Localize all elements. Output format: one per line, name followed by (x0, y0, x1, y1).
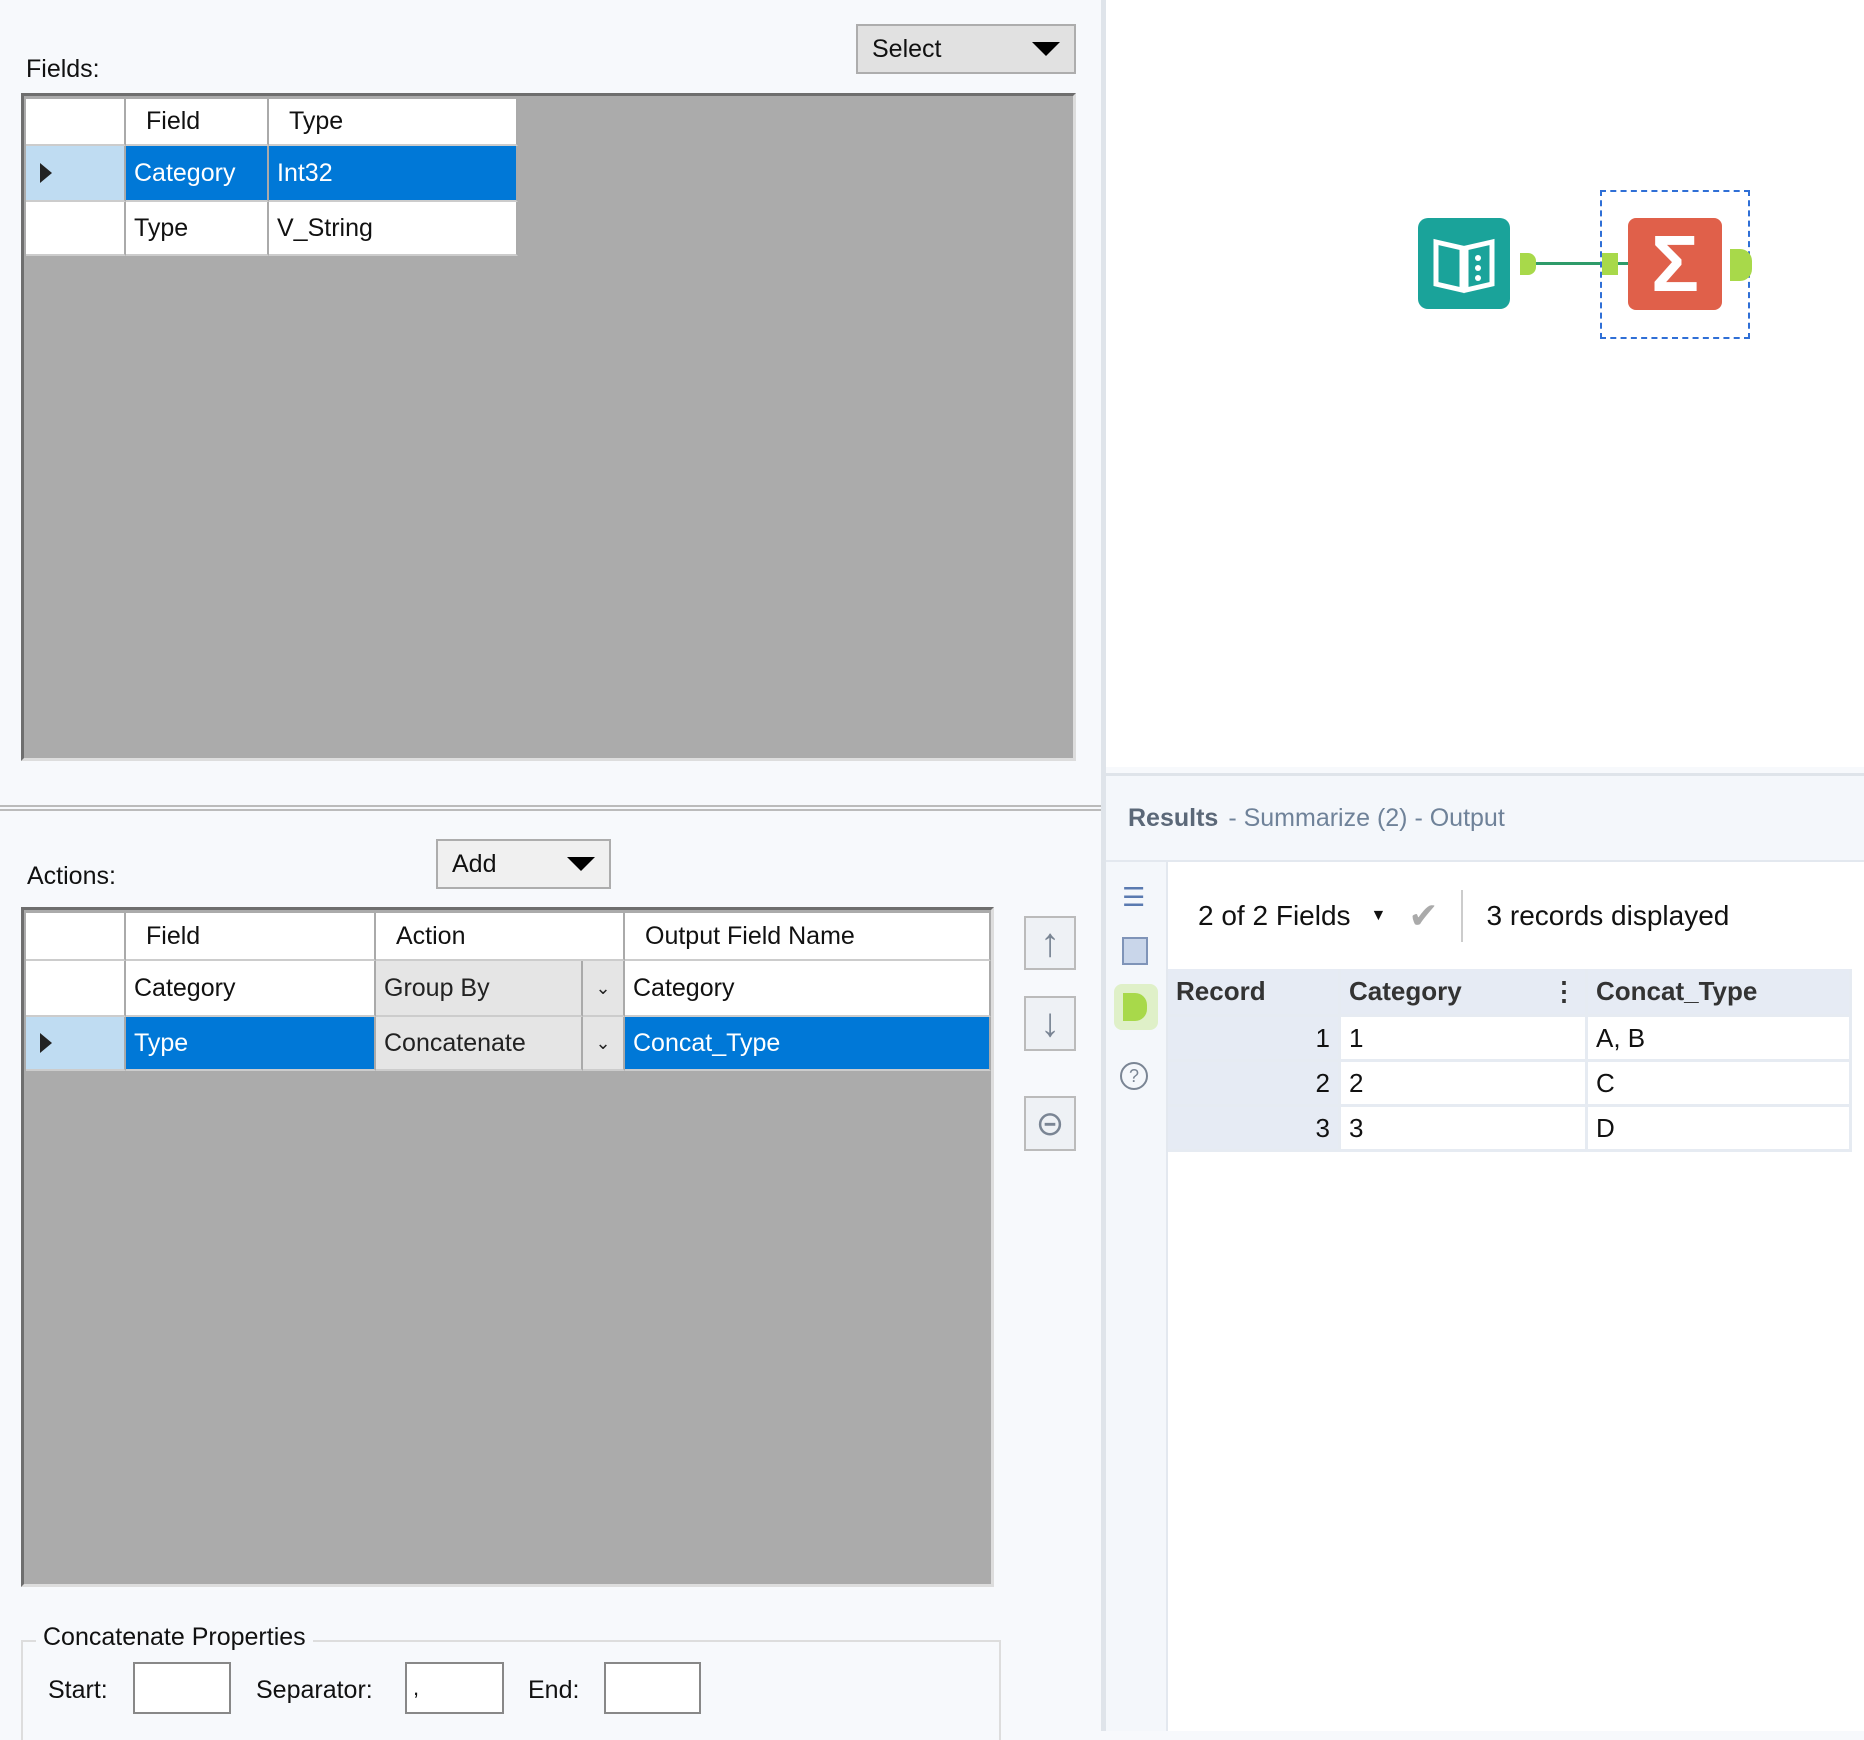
column-header-category[interactable]: Category ⋮ (1341, 969, 1588, 1017)
row-selector[interactable] (26, 202, 126, 256)
record-number: 1 (1168, 1017, 1341, 1062)
list-icon[interactable]: ☰ (1122, 882, 1145, 913)
concat-type-cell[interactable]: A, B (1588, 1017, 1852, 1062)
results-table: Record Category ⋮ Concat_Type 1 1 A, B 2 … (1168, 969, 1864, 1731)
chevron-down-icon[interactable]: ⌄ (583, 1017, 625, 1071)
add-button-label: Add (452, 849, 497, 878)
column-header-field[interactable]: Field (126, 99, 269, 146)
concat-type-cell[interactable]: C (1588, 1062, 1852, 1107)
column-header-record[interactable]: Record (1168, 969, 1341, 1017)
row-header-corner (26, 913, 126, 961)
record-number: 3 (1168, 1107, 1341, 1152)
results-title: Results (1128, 803, 1219, 832)
select-button-label: Select (872, 34, 942, 63)
splitter[interactable] (0, 805, 1103, 811)
results-icon-bar: ☰ ? (1106, 862, 1168, 1731)
current-row-arrow-icon (40, 1033, 52, 1053)
column-header-type[interactable]: Type (269, 99, 518, 146)
fields-label: Fields: (26, 55, 100, 83)
remove-button[interactable]: ⊝ (1024, 1096, 1076, 1151)
metadata-icon[interactable] (1122, 937, 1148, 965)
workflow-canvas[interactable]: Σ (1106, 0, 1864, 767)
move-up-button[interactable]: ↑ (1024, 916, 1076, 970)
column-menu-icon[interactable]: ⋮ (1551, 976, 1577, 1007)
input-data-tool[interactable] (1418, 218, 1510, 309)
output-field-name-cell[interactable]: Category (625, 961, 991, 1017)
concat-type-cell[interactable]: D (1588, 1107, 1852, 1152)
row-header-corner (26, 99, 126, 146)
actions-label: Actions: (27, 862, 116, 890)
type-cell[interactable]: V_String (269, 202, 518, 256)
end-input[interactable] (604, 1662, 701, 1714)
action-dropdown[interactable]: Group By (376, 961, 583, 1017)
dropdown-arrow-icon (567, 857, 595, 871)
separator-input[interactable]: , (405, 1662, 504, 1714)
concatenate-properties-title: Concatenate Properties (36, 1623, 313, 1652)
fields-grid[interactable]: Field Type Category Int32 Type V_String (21, 93, 1076, 761)
output-anchor[interactable] (1730, 249, 1752, 281)
minus-circle-icon: ⊝ (1035, 1104, 1065, 1143)
arrow-down-icon: ↓ (1040, 1001, 1060, 1045)
current-row-arrow-icon (40, 163, 52, 183)
action-dropdown[interactable]: Concatenate (376, 1017, 583, 1071)
column-header-action[interactable]: Action (376, 913, 625, 961)
column-header-output-field-name[interactable]: Output Field Name (625, 913, 991, 961)
row-selector[interactable] (26, 961, 126, 1017)
help-icon[interactable]: ? (1120, 1062, 1148, 1090)
category-cell[interactable]: 1 (1341, 1017, 1588, 1062)
chevron-down-icon[interactable]: ⌄ (583, 961, 625, 1017)
summarize-tool[interactable]: Σ (1628, 218, 1722, 310)
separator-label: Separator: (256, 1676, 373, 1704)
column-header-concat-type[interactable]: Concat_Type (1588, 969, 1852, 1017)
results-toolbar: 2 of 2 Fields ▼ ✔ 3 records displayed (1168, 862, 1864, 969)
output-anchor[interactable] (1520, 253, 1536, 275)
field-cell[interactable]: Category (126, 961, 376, 1017)
toolbar-divider (1460, 889, 1463, 942)
select-dropdown-button[interactable]: Select (856, 24, 1076, 74)
dropdown-arrow-icon (1032, 42, 1060, 56)
output-anchor-icon[interactable] (1114, 984, 1158, 1030)
category-cell[interactable]: 3 (1341, 1107, 1588, 1152)
field-cell[interactable]: Type (126, 202, 269, 256)
results-subtitle: - Summarize (2) - Output (1228, 803, 1505, 832)
column-header-field[interactable]: Field (126, 913, 376, 961)
category-cell[interactable]: 2 (1341, 1062, 1588, 1107)
move-down-button[interactable]: ↓ (1024, 996, 1076, 1051)
add-dropdown-button[interactable]: Add (436, 839, 611, 889)
sigma-icon: Σ (1650, 219, 1699, 308)
actions-grid[interactable]: Field Action Output Field Name Category … (21, 907, 994, 1587)
dropdown-arrow-icon[interactable]: ▼ (1371, 907, 1387, 925)
output-field-name-cell[interactable]: Concat_Type (625, 1017, 991, 1071)
field-cell[interactable]: Type (126, 1017, 376, 1071)
start-label: Start: (48, 1676, 108, 1704)
arrow-up-icon: ↑ (1040, 920, 1060, 965)
book-icon (1433, 238, 1495, 293)
row-selector[interactable] (26, 146, 126, 202)
records-displayed-text: 3 records displayed (1486, 899, 1730, 931)
field-cell[interactable]: Category (126, 146, 269, 202)
end-label: End: (528, 1676, 580, 1704)
fields-selector[interactable]: 2 of 2 Fields (1198, 900, 1351, 932)
category-header-label: Category (1349, 976, 1462, 1006)
start-input[interactable] (133, 1662, 231, 1714)
row-selector[interactable] (26, 1017, 126, 1071)
results-header: Results - Summarize (2) - Output (1106, 773, 1864, 862)
checkmark-icon[interactable]: ✔ (1408, 895, 1438, 937)
type-cell[interactable]: Int32 (269, 146, 518, 202)
record-number: 2 (1168, 1062, 1341, 1107)
